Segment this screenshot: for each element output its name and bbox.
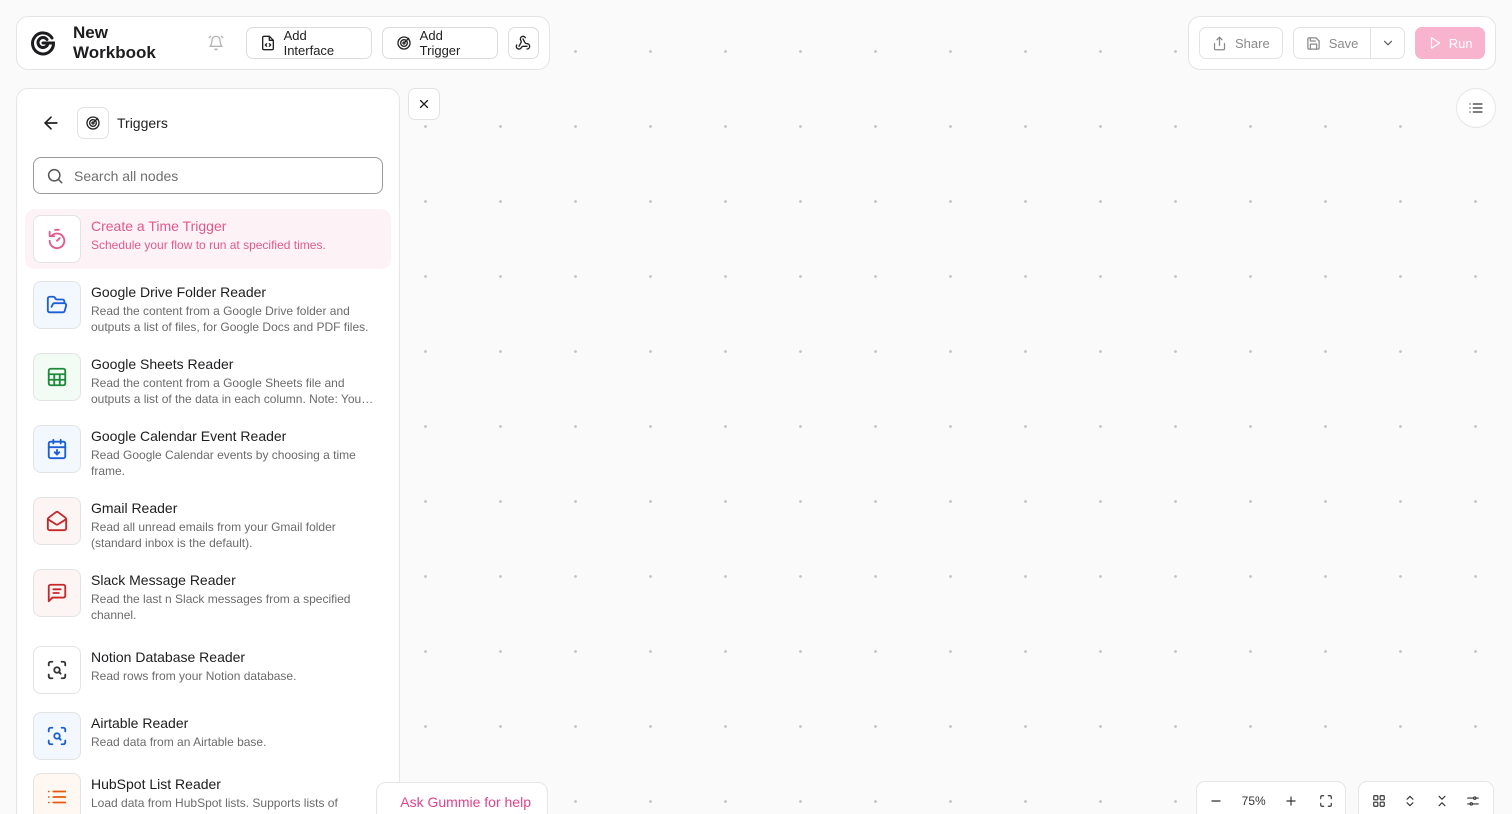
list-icon bbox=[1468, 100, 1484, 116]
target-icon bbox=[396, 35, 412, 51]
node-google-drive-folder-reader[interactable]: Google Drive Folder Reader Read the cont… bbox=[25, 275, 391, 341]
node-description: Schedule your flow to run at specified t… bbox=[91, 238, 326, 252]
node-gmail-reader[interactable]: Gmail Reader Read all unread emails from… bbox=[25, 491, 391, 557]
node-description: Read data from an Airtable base. bbox=[91, 735, 267, 749]
node-icon-box bbox=[33, 215, 81, 263]
panel-title: Triggers bbox=[117, 115, 168, 131]
node-google-calendar-event-reader[interactable]: Google Calendar Event Reader Read Google… bbox=[25, 419, 391, 485]
node-slack-message-reader[interactable]: Slack Message Reader Read the last n Sla… bbox=[25, 563, 391, 629]
run-button[interactable]: Run bbox=[1415, 27, 1485, 59]
expand-all-button[interactable] bbox=[1401, 792, 1419, 810]
zoom-level: 75% bbox=[1241, 794, 1266, 808]
run-label: Run bbox=[1448, 35, 1473, 51]
node-icon-box bbox=[33, 281, 81, 329]
target-icon bbox=[85, 115, 101, 131]
node-description: Read rows from your Notion database. bbox=[91, 669, 297, 683]
search-icon bbox=[46, 167, 64, 185]
add-trigger-label: Add Trigger bbox=[419, 28, 461, 58]
save-button-group: Save bbox=[1292, 27, 1406, 59]
chevron-down-icon bbox=[1381, 36, 1395, 50]
list-icon bbox=[46, 786, 68, 808]
bell-icon[interactable] bbox=[208, 35, 224, 51]
app-logo-icon[interactable] bbox=[29, 29, 57, 57]
zoom-in-button[interactable] bbox=[1282, 792, 1300, 810]
workbook-actions: Share Save Run bbox=[1188, 16, 1496, 70]
folder-open-icon bbox=[46, 294, 68, 316]
add-trigger-button[interactable]: Add Trigger bbox=[381, 27, 498, 59]
search-box[interactable] bbox=[33, 157, 383, 194]
collapse-all-button[interactable] bbox=[1433, 792, 1451, 810]
search-input[interactable] bbox=[74, 167, 364, 184]
node-description: Read the content from a Google Drive fol… bbox=[91, 304, 369, 334]
node-google-sheets-reader[interactable]: Google Sheets Reader Read the content fr… bbox=[25, 347, 391, 413]
zoom-controls: 75% bbox=[1196, 781, 1346, 814]
node-icon-box bbox=[33, 773, 81, 814]
node-notion-database-reader[interactable]: Notion Database Reader Read rows from yo… bbox=[25, 640, 391, 700]
share-label: Share bbox=[1235, 35, 1270, 51]
node-title: Airtable Reader bbox=[91, 715, 189, 731]
scan-search-icon bbox=[46, 725, 68, 747]
node-title: Notion Database Reader bbox=[91, 649, 246, 665]
play-icon bbox=[1428, 36, 1442, 50]
share-button[interactable]: Share bbox=[1199, 27, 1283, 59]
file-interface-icon bbox=[260, 35, 276, 51]
node-icon-box bbox=[33, 497, 81, 545]
message-icon bbox=[46, 582, 68, 604]
node-airtable-reader[interactable]: Airtable Reader Read data from an Airtab… bbox=[25, 706, 391, 766]
close-panel-button[interactable] bbox=[408, 88, 440, 120]
save-button[interactable]: Save bbox=[1292, 27, 1372, 59]
node-title: Slack Message Reader bbox=[91, 572, 236, 588]
webhook-icon bbox=[515, 35, 531, 51]
fit-view-button[interactable] bbox=[1317, 792, 1335, 810]
workbook-toolbar: New Workbook Add Interface Add Trigger bbox=[16, 16, 550, 70]
node-icon-box bbox=[33, 569, 81, 617]
node-title: Google Drive Folder Reader bbox=[91, 284, 267, 300]
mail-open-icon bbox=[46, 510, 68, 532]
ask-gummie-label: Ask Gummie for help bbox=[400, 794, 531, 810]
save-options-button[interactable] bbox=[1371, 27, 1406, 59]
workbook-title[interactable]: New Workbook bbox=[73, 23, 192, 63]
scan-search-icon bbox=[46, 659, 68, 681]
arrow-left-icon[interactable] bbox=[41, 113, 61, 133]
webhook-button[interactable] bbox=[507, 27, 540, 59]
node-title: HubSpot List Reader bbox=[91, 776, 221, 792]
view-controls bbox=[1358, 781, 1494, 814]
node-icon-box bbox=[33, 353, 81, 401]
add-interface-label: Add Interface bbox=[283, 28, 335, 58]
node-description: Load data from HubSpot lists. Supports l… bbox=[91, 796, 338, 810]
save-label: Save bbox=[1328, 35, 1359, 51]
save-icon bbox=[1306, 36, 1321, 51]
trigger-icon-box bbox=[77, 107, 109, 139]
zoom-out-button[interactable] bbox=[1207, 792, 1225, 810]
sheet-icon bbox=[46, 366, 68, 388]
ask-gummie-button[interactable]: Ask Gummie for help bbox=[376, 782, 548, 814]
node-description: Read all unread emails from your Gmail f… bbox=[91, 520, 336, 550]
add-interface-button[interactable]: Add Interface bbox=[245, 27, 372, 59]
node-icon-box bbox=[33, 425, 81, 473]
share-icon bbox=[1212, 36, 1227, 51]
settings-sliders-button[interactable] bbox=[1464, 792, 1482, 810]
node-title: Google Sheets Reader bbox=[91, 356, 234, 372]
close-icon bbox=[418, 98, 430, 110]
node-description: Read the last n Slack messages from a sp… bbox=[91, 592, 351, 622]
node-description: Read Google Calendar events by choosing … bbox=[91, 448, 356, 478]
node-title: Google Calendar Event Reader bbox=[91, 428, 287, 444]
timer-icon bbox=[46, 228, 68, 250]
node-title: Create a Time Trigger bbox=[91, 218, 227, 234]
outline-button[interactable] bbox=[1456, 88, 1496, 128]
calendar-icon bbox=[46, 438, 68, 460]
grid-layout-button[interactable] bbox=[1370, 792, 1388, 810]
panel-header: Triggers bbox=[41, 107, 168, 139]
triggers-panel: Triggers Create a Time Trigger Schedule … bbox=[16, 88, 400, 814]
node-icon-box bbox=[33, 712, 81, 760]
node-time-trigger[interactable]: Create a Time Trigger Schedule your flow… bbox=[25, 209, 391, 269]
node-description: Read the content from a Google Sheets fi… bbox=[91, 376, 362, 406]
node-title: Gmail Reader bbox=[91, 500, 178, 516]
node-hubspot-list-reader[interactable]: HubSpot List Reader Load data from HubSp… bbox=[25, 767, 391, 814]
node-icon-box bbox=[33, 646, 81, 694]
